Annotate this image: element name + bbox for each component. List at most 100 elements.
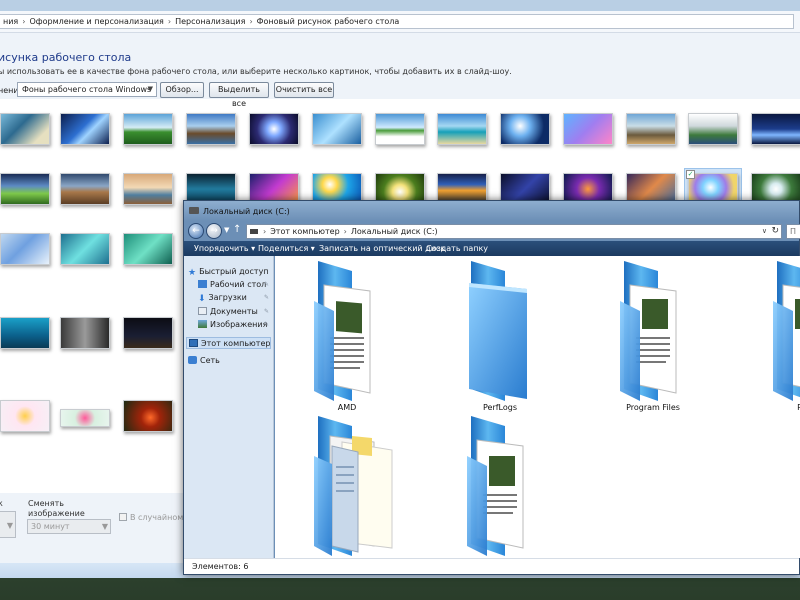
wallpaper-thumbnail[interactable] bbox=[123, 233, 173, 265]
sidebar-item-downloads[interactable]: ⬇ Загрузки bbox=[198, 292, 247, 304]
folder-item[interactable]: AMD bbox=[297, 261, 397, 412]
browse-button[interactable]: Обзор... bbox=[160, 82, 204, 98]
breadcrumb-item[interactable]: Оформление и персонализация bbox=[29, 17, 163, 26]
pin-icon[interactable]: ✎ bbox=[264, 308, 269, 315]
wallpaper-thumbnail[interactable] bbox=[123, 400, 173, 432]
wallpaper-thumbnail[interactable] bbox=[0, 233, 50, 265]
folder-item[interactable] bbox=[297, 416, 397, 558]
wallpaper-thumbnail[interactable] bbox=[60, 409, 110, 427]
wallpaper-thumbnail[interactable] bbox=[500, 113, 550, 145]
sidebar-item-pictures[interactable]: Изображения bbox=[198, 319, 267, 331]
wallpaper-thumbnail[interactable] bbox=[0, 400, 50, 432]
position-select[interactable]: ▼ bbox=[0, 511, 16, 538]
shuffle-checkbox[interactable] bbox=[119, 513, 127, 521]
checkmark-icon[interactable]: ✓ bbox=[686, 170, 695, 179]
wallpaper-thumbnail[interactable] bbox=[123, 113, 173, 145]
sidebar-item-label: Этот компьютер bbox=[201, 339, 271, 348]
sidebar-item-documents[interactable]: Документы bbox=[198, 306, 258, 318]
status-bar: Элементов: 6 bbox=[184, 558, 799, 574]
wallpaper-thumbnail[interactable] bbox=[563, 113, 613, 145]
interval-value: 30 минут bbox=[31, 522, 70, 531]
sidebar-item-network[interactable]: Сеть bbox=[188, 355, 220, 367]
folder-item[interactable]: Program Files bbox=[603, 261, 703, 412]
network-icon bbox=[188, 356, 197, 364]
share-button[interactable]: Поделиться ▾ bbox=[258, 244, 315, 253]
back-button[interactable]: ← bbox=[188, 223, 204, 239]
wallpaper-thumbnail[interactable] bbox=[123, 317, 173, 349]
address-path[interactable]: › Этот компьютер › Локальный диск (C:) ∨ ↻ bbox=[246, 224, 782, 239]
chevron-right-icon: › bbox=[249, 17, 253, 26]
pin-icon[interactable]: ✎ bbox=[264, 294, 269, 301]
breadcrumb[interactable]: ния › Оформление и персонализация › Персонал… bbox=[0, 14, 794, 29]
wallpaper-thumbnail[interactable] bbox=[123, 173, 173, 205]
up-arrow-icon[interactable]: ↑ bbox=[233, 224, 241, 235]
forward-button[interactable]: → bbox=[206, 223, 222, 239]
sidebar-item-label: Загрузки bbox=[208, 293, 247, 302]
wallpaper-thumbnail[interactable] bbox=[60, 233, 110, 265]
sidebar-item-label: Изображения bbox=[210, 320, 268, 329]
sidebar-item-this-pc[interactable]: Этот компьютер bbox=[186, 337, 271, 349]
sidebar-item-label: Документы bbox=[210, 307, 258, 316]
wallpaper-thumbnail[interactable] bbox=[751, 113, 800, 145]
folder-label: Program Files bbox=[626, 403, 680, 412]
select-all-button[interactable]: Выделить все bbox=[209, 82, 269, 108]
computer-icon bbox=[189, 339, 198, 347]
wallpaper-thumbnail[interactable] bbox=[688, 113, 738, 145]
command-bar: Упорядочить ▾ Поделиться ▾ Записать на о… bbox=[184, 241, 799, 256]
location-select[interactable]: Фоны рабочего стола Windows ▼ bbox=[17, 82, 157, 97]
chevron-down-icon: ▼ bbox=[6, 521, 13, 530]
breadcrumb-item[interactable]: Фоновый рисунок рабочего стола bbox=[257, 17, 400, 26]
folder-icon bbox=[314, 261, 371, 401]
chevron-down-icon: ▼ bbox=[147, 85, 153, 93]
page-title: исунка рабочего стола bbox=[0, 51, 132, 64]
search-input[interactable]: П bbox=[786, 224, 800, 239]
folder-item[interactable] bbox=[450, 416, 550, 558]
pictures-icon bbox=[198, 320, 207, 328]
download-icon: ⬇ bbox=[198, 294, 206, 304]
star-icon: ★ bbox=[188, 268, 197, 278]
desktop-icon bbox=[198, 280, 207, 288]
position-label: к bbox=[0, 499, 3, 508]
sidebar-item-quick-access[interactable]: ★ Быстрый доступ bbox=[188, 266, 269, 278]
wallpaper-thumbnail[interactable] bbox=[0, 317, 50, 349]
folder-icon bbox=[469, 261, 527, 401]
chevron-down-icon[interactable]: ▼ bbox=[224, 226, 229, 234]
breadcrumb-item[interactable]: Персонализация bbox=[175, 17, 245, 26]
chevron-right-icon: › bbox=[343, 227, 347, 236]
folder-icon bbox=[620, 261, 677, 401]
folder-item[interactable]: PerfLogs bbox=[450, 261, 550, 412]
drive-icon bbox=[189, 207, 199, 214]
wallpaper-thumbnail[interactable] bbox=[375, 113, 425, 145]
wallpaper-thumbnail[interactable] bbox=[60, 113, 110, 145]
wallpaper-thumbnail[interactable] bbox=[0, 113, 50, 145]
wallpaper-thumbnail[interactable] bbox=[186, 113, 236, 145]
page-subtitle: ы использовать ее в качестве фона рабоче… bbox=[0, 67, 512, 76]
wallpaper-thumbnail[interactable] bbox=[626, 113, 676, 145]
wallpaper-thumbnail[interactable] bbox=[312, 113, 362, 145]
wallpaper-thumbnail[interactable] bbox=[249, 113, 299, 145]
address-bar: ния › Оформление и персонализация › Персонал… bbox=[0, 11, 800, 33]
chevron-down-icon: ▼ bbox=[101, 522, 108, 531]
pin-icon[interactable]: ✎ bbox=[264, 281, 269, 288]
clear-all-button[interactable]: Очистить все bbox=[274, 82, 334, 98]
organize-button[interactable]: Упорядочить ▾ bbox=[194, 244, 255, 253]
path-item[interactable]: Локальный диск (C:) bbox=[351, 227, 438, 236]
documents-icon bbox=[198, 307, 207, 315]
refresh-icon[interactable]: ↻ bbox=[771, 225, 779, 238]
drive-icon bbox=[250, 229, 258, 234]
chevron-down-icon[interactable]: ∨ bbox=[762, 225, 767, 238]
new-folder-button[interactable]: Создать папку bbox=[426, 244, 488, 253]
sidebar-item-desktop[interactable]: Рабочий стол bbox=[198, 279, 266, 291]
pin-icon[interactable]: ✎ bbox=[264, 321, 269, 328]
path-item[interactable]: Этот компьютер bbox=[270, 227, 339, 236]
folder-item[interactable]: Prog bbox=[756, 261, 800, 412]
wallpaper-thumbnail[interactable] bbox=[0, 173, 50, 205]
interval-select[interactable]: 30 минут ▼ bbox=[27, 519, 111, 534]
wallpaper-thumbnail[interactable] bbox=[60, 173, 110, 205]
title-bar[interactable]: Локальный диск (C:) bbox=[184, 201, 799, 221]
wallpaper-thumbnail[interactable] bbox=[60, 317, 110, 349]
folder-label: AMD bbox=[337, 403, 357, 412]
breadcrumb-item[interactable]: ния bbox=[3, 17, 18, 26]
explorer-window: Локальный диск (C:) ← → ▼ ↑ › Этот компью… bbox=[183, 200, 800, 575]
wallpaper-thumbnail[interactable] bbox=[437, 113, 487, 145]
